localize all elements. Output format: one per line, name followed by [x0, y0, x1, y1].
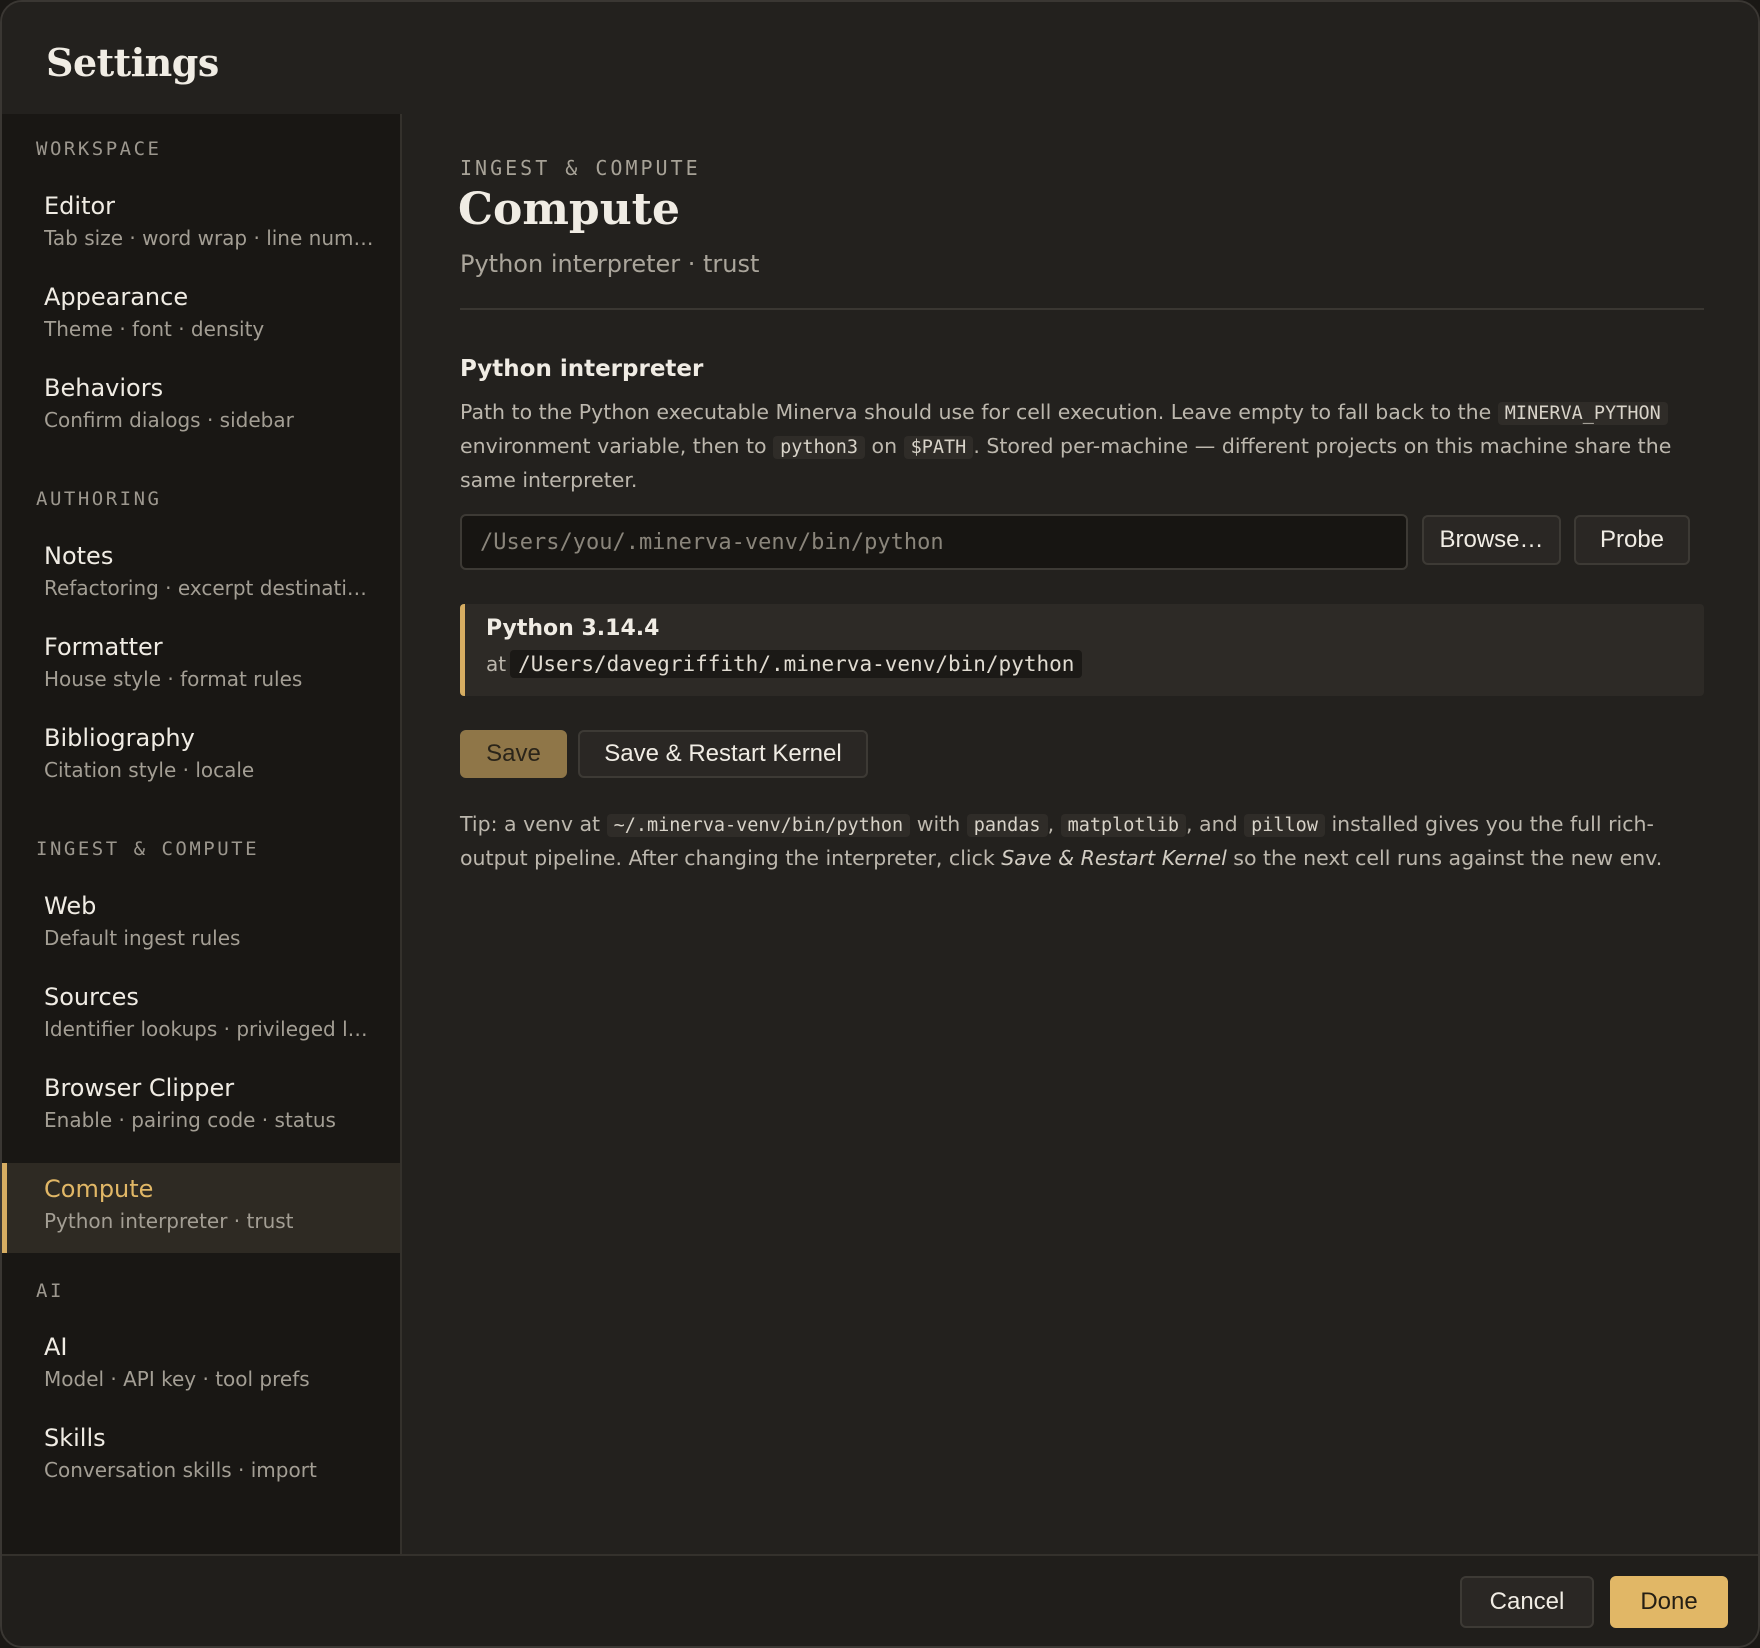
sidebar-item-title: Web	[44, 892, 97, 920]
page-subtitle: Python interpreter · trust	[460, 250, 760, 278]
sidebar-item-ai[interactable]: AI Model · API key · tool prefs	[2, 1321, 400, 1411]
section-eyebrow: INGEST & COMPUTE	[460, 156, 701, 180]
sidebar-item-web[interactable]: Web Default ingest rules	[2, 880, 400, 970]
sidebar-item-subtitle: House style · format rules	[44, 667, 303, 691]
group-heading-ingest-compute: INGEST & COMPUTE	[36, 838, 260, 860]
sidebar-item-compute[interactable]: Compute Python interpreter · trust	[2, 1163, 400, 1253]
desc-text: environment variable, then to	[460, 434, 774, 458]
sidebar-item-subtitle: Citation style · locale	[44, 758, 255, 782]
sidebar-item-title: Behaviors	[44, 374, 164, 402]
matplotlib-code: matplotlib	[1060, 814, 1186, 837]
sidebar-item-behaviors[interactable]: Behaviors Confirm dialogs · sidebar	[2, 362, 400, 452]
tip-text: Tip: a venv at ~/.minerva-venv/bin/pytho…	[460, 808, 1720, 874]
sidebar-item-subtitle: Model · API key · tool prefs	[44, 1367, 310, 1391]
python3-code: python3	[773, 436, 866, 459]
tip-emphasis: Save & Restart Kernel	[1001, 846, 1227, 870]
tip-part: , and	[1186, 812, 1245, 836]
tip-part: Tip: a venv at	[460, 812, 607, 836]
settings-sidebar: WORKSPACE Editor Tab size · word wrap · …	[2, 114, 402, 1554]
sidebar-item-subtitle: Conversation skills · import	[44, 1458, 317, 1482]
sidebar-item-subtitle: Refactoring · excerpt destinations	[44, 576, 374, 600]
interpreter-path-input[interactable]	[460, 514, 1408, 570]
sidebar-item-subtitle: Identifier lookups · privileged lo…	[44, 1017, 374, 1041]
venv-path-code: ~/.minerva-venv/bin/python	[606, 814, 911, 837]
sidebar-item-subtitle: Theme · font · density	[44, 317, 265, 341]
sidebar-item-sources[interactable]: Sources Identifier lookups · privileged …	[2, 971, 400, 1061]
sidebar-item-subtitle: Python interpreter · trust	[44, 1209, 294, 1233]
sidebar-item-title: Sources	[44, 983, 139, 1011]
sidebar-item-subtitle: Tab size · word wrap · line numb…	[44, 226, 374, 250]
group-heading-authoring: AUTHORING	[36, 488, 162, 510]
python-path-code: /Users/davegriffith/.minerva-venv/bin/py…	[510, 650, 1083, 678]
save-restart-kernel-button[interactable]: Save & Restart Kernel	[578, 730, 868, 778]
sidebar-item-subtitle: Confirm dialogs · sidebar	[44, 408, 294, 432]
sidebar-item-title: Formatter	[44, 633, 163, 661]
page-title: Compute	[458, 184, 680, 235]
dialog-header: Settings	[2, 2, 1758, 114]
sidebar-item-title: AI	[44, 1333, 68, 1361]
sidebar-item-title: Skills	[44, 1424, 106, 1452]
browse-button[interactable]: Browse…	[1422, 515, 1561, 565]
sidebar-item-subtitle: Enable · pairing code · status	[44, 1108, 336, 1132]
python-version: Python 3.14.4	[486, 616, 660, 641]
path-var-code: $PATH	[903, 436, 974, 459]
sidebar-item-notes[interactable]: Notes Refactoring · excerpt destinations	[2, 530, 400, 620]
sidebar-item-title: Appearance	[44, 283, 189, 311]
settings-dialog: Settings WORKSPACE Editor Tab size · wor…	[0, 0, 1760, 1648]
tip-part: with	[910, 812, 967, 836]
sidebar-item-editor[interactable]: Editor Tab size · word wrap · line numb…	[2, 180, 400, 270]
sidebar-item-title: Compute	[44, 1175, 154, 1203]
sidebar-item-title: Notes	[44, 542, 114, 570]
group-heading-ai: AI	[36, 1280, 64, 1302]
dialog-footer: Cancel Done	[2, 1554, 1758, 1646]
pandas-code: pandas	[966, 814, 1048, 837]
sidebar-item-browser-clipper[interactable]: Browser Clipper Enable · pairing code · …	[2, 1062, 400, 1152]
cancel-button[interactable]: Cancel	[1460, 1576, 1594, 1628]
env-var-code: MINERVA_PYTHON	[1497, 402, 1668, 425]
sidebar-item-title: Editor	[44, 192, 116, 220]
probe-result-panel: Python 3.14.4 at/Users/davegriffith/.min…	[460, 604, 1704, 696]
done-button[interactable]: Done	[1610, 1576, 1728, 1628]
settings-content: INGEST & COMPUTE Compute Python interpre…	[402, 114, 1758, 1554]
sidebar-item-skills[interactable]: Skills Conversation skills · import	[2, 1412, 400, 1502]
divider	[460, 308, 1704, 310]
sidebar-item-formatter[interactable]: Formatter House style · format rules	[2, 621, 400, 711]
interpreter-description: Path to the Python executable Minerva sh…	[460, 396, 1710, 496]
sidebar-item-bibliography[interactable]: Bibliography Citation style · locale	[2, 712, 400, 802]
tip-part: so the next cell runs against the new en…	[1226, 846, 1663, 870]
probe-button[interactable]: Probe	[1574, 515, 1690, 565]
pillow-code: pillow	[1244, 814, 1325, 837]
save-button[interactable]: Save	[460, 730, 567, 778]
python-location: at/Users/davegriffith/.minerva-venv/bin/…	[486, 650, 1083, 678]
interpreter-heading: Python interpreter	[460, 356, 704, 382]
sidebar-item-appearance[interactable]: Appearance Theme · font · density	[2, 271, 400, 361]
desc-text: Path to the Python executable Minerva sh…	[460, 400, 1498, 424]
sidebar-item-title: Browser Clipper	[44, 1074, 235, 1102]
at-label: at	[486, 652, 507, 676]
sidebar-item-subtitle: Default ingest rules	[44, 926, 241, 950]
desc-text: on	[865, 434, 904, 458]
dialog-title: Settings	[46, 40, 219, 85]
tip-part: ,	[1047, 812, 1061, 836]
group-heading-workspace: WORKSPACE	[36, 138, 162, 160]
sidebar-item-title: Bibliography	[44, 724, 195, 752]
